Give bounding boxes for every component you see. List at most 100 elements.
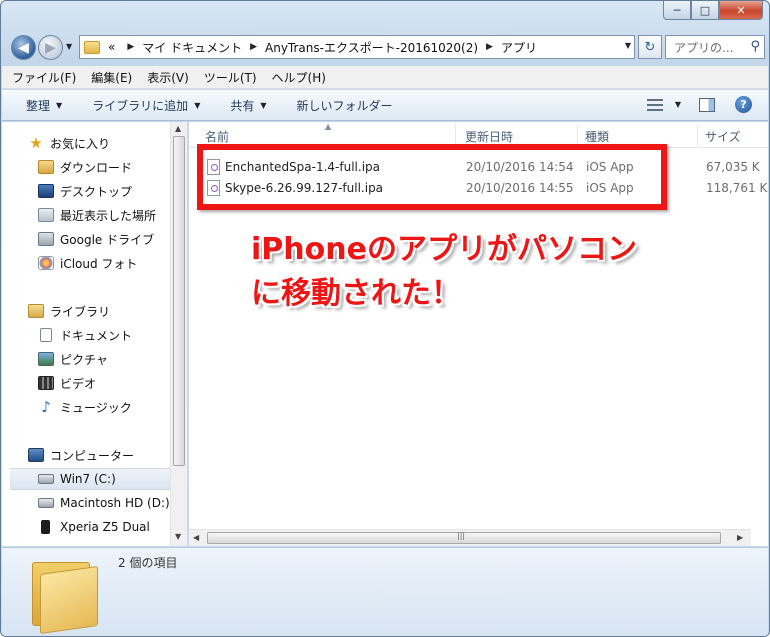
scroll-up-icon[interactable]: ▲ bbox=[175, 124, 181, 133]
share-button[interactable]: 共有 ▼ bbox=[230, 97, 266, 114]
breadcrumb-separator-icon[interactable]: ▶ bbox=[250, 42, 257, 52]
menu-bar: ファイル(F) 編集(E) 表示(V) ツール(T) ヘルプ(H) bbox=[2, 66, 768, 89]
organize-label: 整理 bbox=[26, 98, 51, 113]
maximize-button[interactable]: □ bbox=[691, 1, 719, 20]
search-input[interactable]: アプリの... ⚲ bbox=[665, 35, 765, 59]
navigation-scrollbar[interactable]: ▲ ▼ bbox=[170, 122, 187, 546]
music-note-icon: ♪ bbox=[41, 398, 51, 416]
address-dropdown-icon[interactable]: ▼ bbox=[625, 41, 631, 50]
sidebar-item-computer[interactable]: コンピューター bbox=[28, 444, 187, 466]
scroll-left-icon[interactable]: ◀ bbox=[193, 533, 199, 542]
breadcrumb-separator-icon[interactable]: ▶ bbox=[486, 42, 493, 52]
red-highlight-box bbox=[197, 144, 667, 210]
folder-front bbox=[40, 565, 98, 635]
forward-button[interactable]: ▶ bbox=[38, 35, 63, 60]
minimize-button[interactable]: ─ bbox=[663, 1, 691, 20]
explorer-window: ─ □ ✕ ◀ ▶ ▼ « ▶ マイ ドキュメント ▶ AnyTrans-エクス… bbox=[0, 0, 770, 637]
menu-tools[interactable]: ツール(T) bbox=[204, 69, 257, 86]
preview-pane-icon[interactable] bbox=[699, 97, 715, 112]
add-to-library-label: ライブラリに追加 bbox=[92, 98, 189, 113]
sidebar-label: コンピューター bbox=[50, 448, 135, 463]
search-placeholder: アプリの... bbox=[674, 40, 734, 55]
horizontal-scrollbar[interactable]: ◀ ||| ▶ bbox=[189, 529, 751, 546]
column-size[interactable]: サイズ bbox=[705, 128, 741, 145]
sidebar-label: iCloud フォト bbox=[60, 256, 138, 271]
organize-button[interactable]: 整理 ▼ bbox=[26, 97, 62, 114]
close-button[interactable]: ✕ bbox=[719, 1, 763, 20]
sidebar-item-libraries[interactable]: ライブラリ bbox=[28, 300, 187, 322]
sidebar-label: 最近表示した場所 bbox=[60, 208, 157, 223]
sidebar-item-music[interactable]: ♪ ミュージック bbox=[38, 396, 187, 418]
sidebar-item-recent-places[interactable]: 最近表示した場所 bbox=[38, 204, 187, 226]
phone-icon bbox=[41, 520, 50, 534]
sidebar-item-desktop[interactable]: デスクトップ bbox=[38, 180, 187, 202]
column-date-modified[interactable]: 更新日時 bbox=[465, 128, 513, 145]
scroll-grip-icon: ||| bbox=[457, 531, 466, 540]
sidebar-item-documents[interactable]: ドキュメント bbox=[38, 324, 187, 346]
scroll-down-icon[interactable]: ▼ bbox=[175, 532, 181, 541]
sidebar-item-favorites[interactable]: ★ お気に入り bbox=[28, 132, 187, 154]
scroll-thumb[interactable] bbox=[173, 136, 185, 466]
sidebar-item-downloads[interactable]: ダウンロード bbox=[38, 156, 187, 178]
add-to-library-button[interactable]: ライブラリに追加 ▼ bbox=[92, 97, 200, 114]
annotation-line-2: に移動された！ bbox=[251, 276, 461, 311]
sidebar-label: ライブラリ bbox=[50, 304, 111, 319]
column-type[interactable]: 種類 bbox=[585, 128, 609, 145]
address-bar[interactable]: « ▶ マイ ドキュメント ▶ AnyTrans-エクスポート-20161020… bbox=[79, 35, 635, 59]
sidebar-item-videos[interactable]: ビデオ bbox=[38, 372, 187, 394]
file-list-pane: ▲ 名前 更新日時 種類 サイズ EnchantedSpa-1.4-full.i… bbox=[189, 122, 768, 546]
annotation-line-1: iPhoneのアプリがパソコン bbox=[251, 232, 637, 267]
sort-ascending-icon: ▲ bbox=[325, 122, 332, 131]
menu-file[interactable]: ファイル(F) bbox=[12, 69, 76, 86]
column-name[interactable]: 名前 bbox=[205, 128, 229, 145]
google-drive-icon bbox=[38, 232, 54, 246]
help-icon[interactable]: ? bbox=[735, 96, 752, 113]
new-folder-label: 新しいフォルダー bbox=[296, 98, 393, 113]
breadcrumb-export-folder[interactable]: AnyTrans-エクスポート-20161020(2) bbox=[265, 39, 478, 56]
sidebar-item-xperia[interactable]: Xperia Z5 Dual bbox=[38, 516, 187, 538]
downloads-folder-icon bbox=[38, 160, 54, 174]
command-bar: 整理 ▼ ライブラリに追加 ▼ 共有 ▼ 新しいフォルダー ▼ ? bbox=[2, 90, 768, 121]
menu-view[interactable]: 表示(V) bbox=[147, 69, 189, 86]
icloud-photos-icon bbox=[38, 256, 54, 270]
recent-pages-dropdown[interactable]: ▼ bbox=[66, 42, 72, 51]
back-button[interactable]: ◀ bbox=[11, 35, 36, 60]
scroll-right-icon[interactable]: ▶ bbox=[737, 533, 743, 542]
sidebar-item-drive-d[interactable]: Macintosh HD (D:) bbox=[38, 492, 187, 514]
pictures-icon bbox=[38, 352, 54, 366]
sidebar-label: Xperia Z5 Dual bbox=[60, 520, 150, 534]
sidebar-label: Win7 (C:) bbox=[60, 472, 116, 486]
sidebar-label: Macintosh HD (D:) bbox=[60, 496, 170, 510]
sidebar-label: ビデオ bbox=[60, 376, 97, 391]
item-count: 2 個の項目 bbox=[118, 556, 178, 570]
share-label: 共有 bbox=[230, 98, 255, 113]
hard-drive-icon bbox=[38, 474, 54, 484]
annotation-text: iPhoneのアプリがパソコン に移動された！ bbox=[251, 228, 637, 316]
sidebar-label: ドキュメント bbox=[60, 328, 133, 343]
file-size: 118,761 K bbox=[706, 181, 768, 195]
sidebar-item-google-drive[interactable]: Google ドライブ bbox=[38, 228, 187, 250]
chevron-down-icon: ▼ bbox=[56, 100, 63, 110]
refresh-button[interactable]: ↻ bbox=[638, 35, 662, 59]
search-icon[interactable]: ⚲ bbox=[750, 39, 760, 54]
sidebar-item-drive-c[interactable]: Win7 (C:) bbox=[10, 468, 170, 490]
view-dropdown-icon[interactable]: ▼ bbox=[675, 100, 681, 109]
breadcrumb-apps[interactable]: アプリ bbox=[501, 39, 537, 56]
chevron-down-icon: ▼ bbox=[260, 100, 267, 110]
film-icon bbox=[38, 376, 54, 390]
view-options-icon[interactable] bbox=[646, 98, 663, 111]
breadcrumb-my-documents[interactable]: マイ ドキュメント bbox=[142, 39, 242, 56]
new-folder-button[interactable]: 新しいフォルダー bbox=[297, 97, 393, 114]
menu-edit[interactable]: 編集(E) bbox=[91, 69, 132, 86]
hard-drive-icon bbox=[38, 498, 54, 508]
large-folder-icon bbox=[32, 554, 100, 635]
breadcrumb-overflow[interactable]: « bbox=[108, 40, 115, 54]
desktop-icon bbox=[38, 184, 54, 198]
column-divider[interactable] bbox=[697, 124, 698, 146]
sidebar-item-icloud-photos[interactable]: iCloud フォト bbox=[38, 252, 187, 274]
menu-help[interactable]: ヘルプ(H) bbox=[272, 69, 326, 86]
sidebar-item-pictures[interactable]: ピクチャ bbox=[38, 348, 187, 370]
column-divider[interactable] bbox=[455, 124, 456, 146]
breadcrumb-separator-icon[interactable]: ▶ bbox=[127, 42, 134, 52]
column-divider[interactable] bbox=[577, 124, 578, 146]
